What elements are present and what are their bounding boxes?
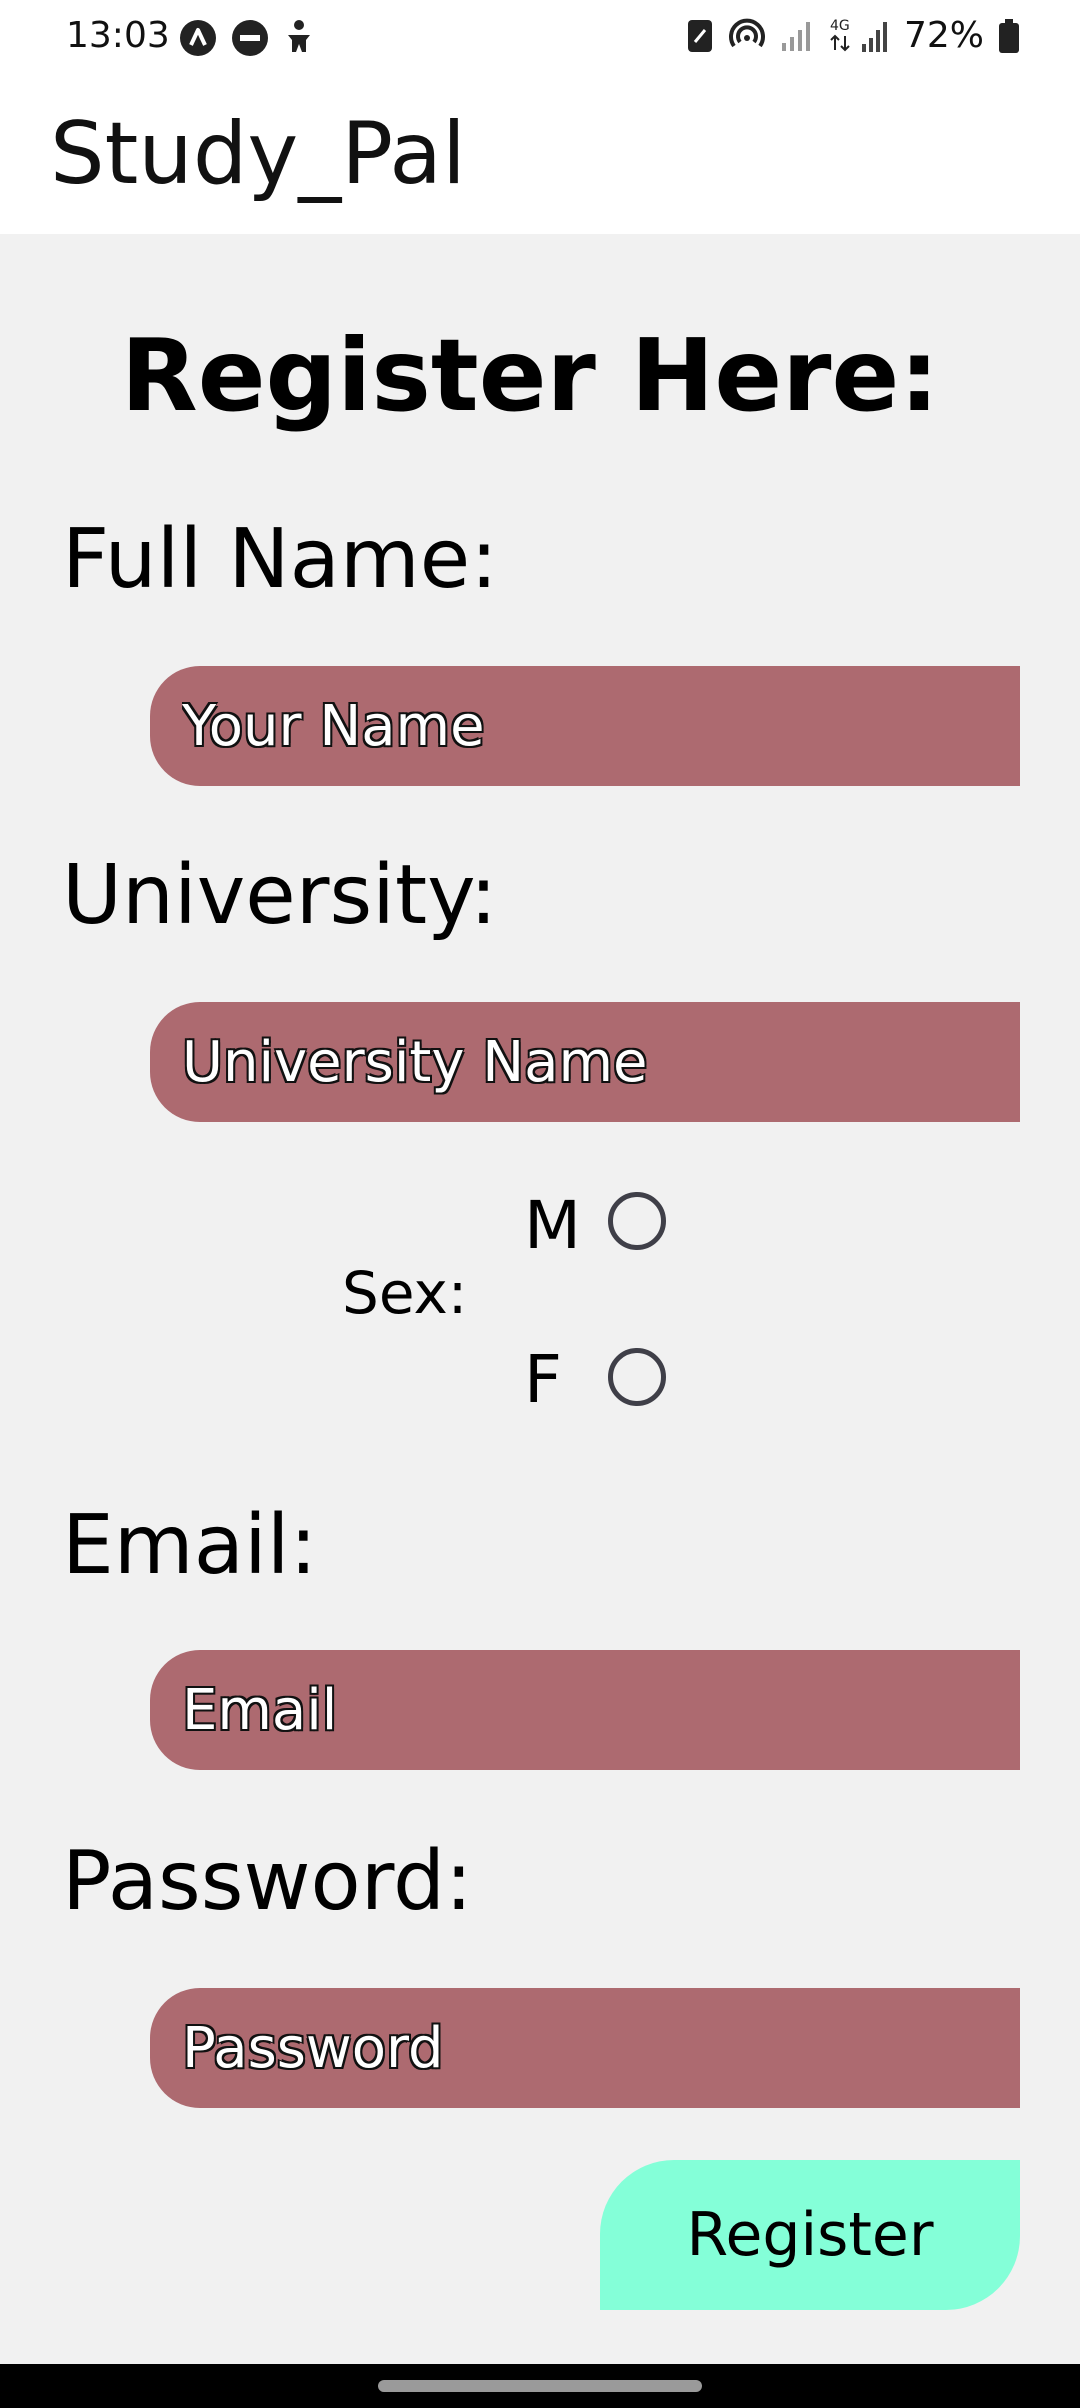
full-name-input[interactable] — [150, 666, 1020, 786]
sex-label: Sex: — [342, 1259, 468, 1327]
home-gesture-handle[interactable] — [378, 2380, 702, 2392]
university-input[interactable] — [150, 1002, 1020, 1122]
status-bar: 13:03 4G 72% — [0, 0, 1080, 74]
app-title: Study_Pal — [50, 104, 466, 204]
signal-icon — [781, 22, 810, 51]
navigation-bar — [0, 2364, 1080, 2408]
hotspot-icon — [728, 18, 765, 48]
app-indicator-icon — [180, 20, 216, 56]
sex-radio-m[interactable] — [608, 1192, 666, 1250]
accessibility-icon — [288, 20, 310, 52]
registration-form: Register Here: Full Name: University: Se… — [0, 234, 1080, 2364]
status-time: 13:03 — [66, 15, 170, 56]
svg-text:4G: 4G — [830, 18, 850, 34]
status-icons-right: 4G 72% — [686, 14, 1020, 58]
sex-option-f-label: F — [524, 1341, 562, 1418]
do-not-disturb-icon — [232, 20, 268, 56]
university-label: University: — [62, 848, 498, 943]
password-input[interactable] — [150, 1988, 1020, 2108]
status-icons-left — [178, 18, 316, 58]
battery-percentage: 72% — [903, 15, 984, 56]
full-name-label: Full Name: — [62, 512, 498, 607]
sex-option-m-label: M — [524, 1187, 581, 1264]
page-heading: Register Here: — [120, 317, 940, 434]
email-label: Email: — [62, 1498, 318, 1593]
battery-icon — [999, 19, 1019, 53]
email-input[interactable] — [150, 1650, 1020, 1770]
nfc-icon — [687, 20, 712, 52]
sex-radio-f[interactable] — [608, 1348, 666, 1406]
signal-4g-icon: 4G — [830, 18, 887, 52]
app-bar: Study_Pal — [0, 74, 1080, 234]
register-button[interactable]: Register — [600, 2160, 1020, 2310]
password-label: Password: — [62, 1834, 473, 1929]
